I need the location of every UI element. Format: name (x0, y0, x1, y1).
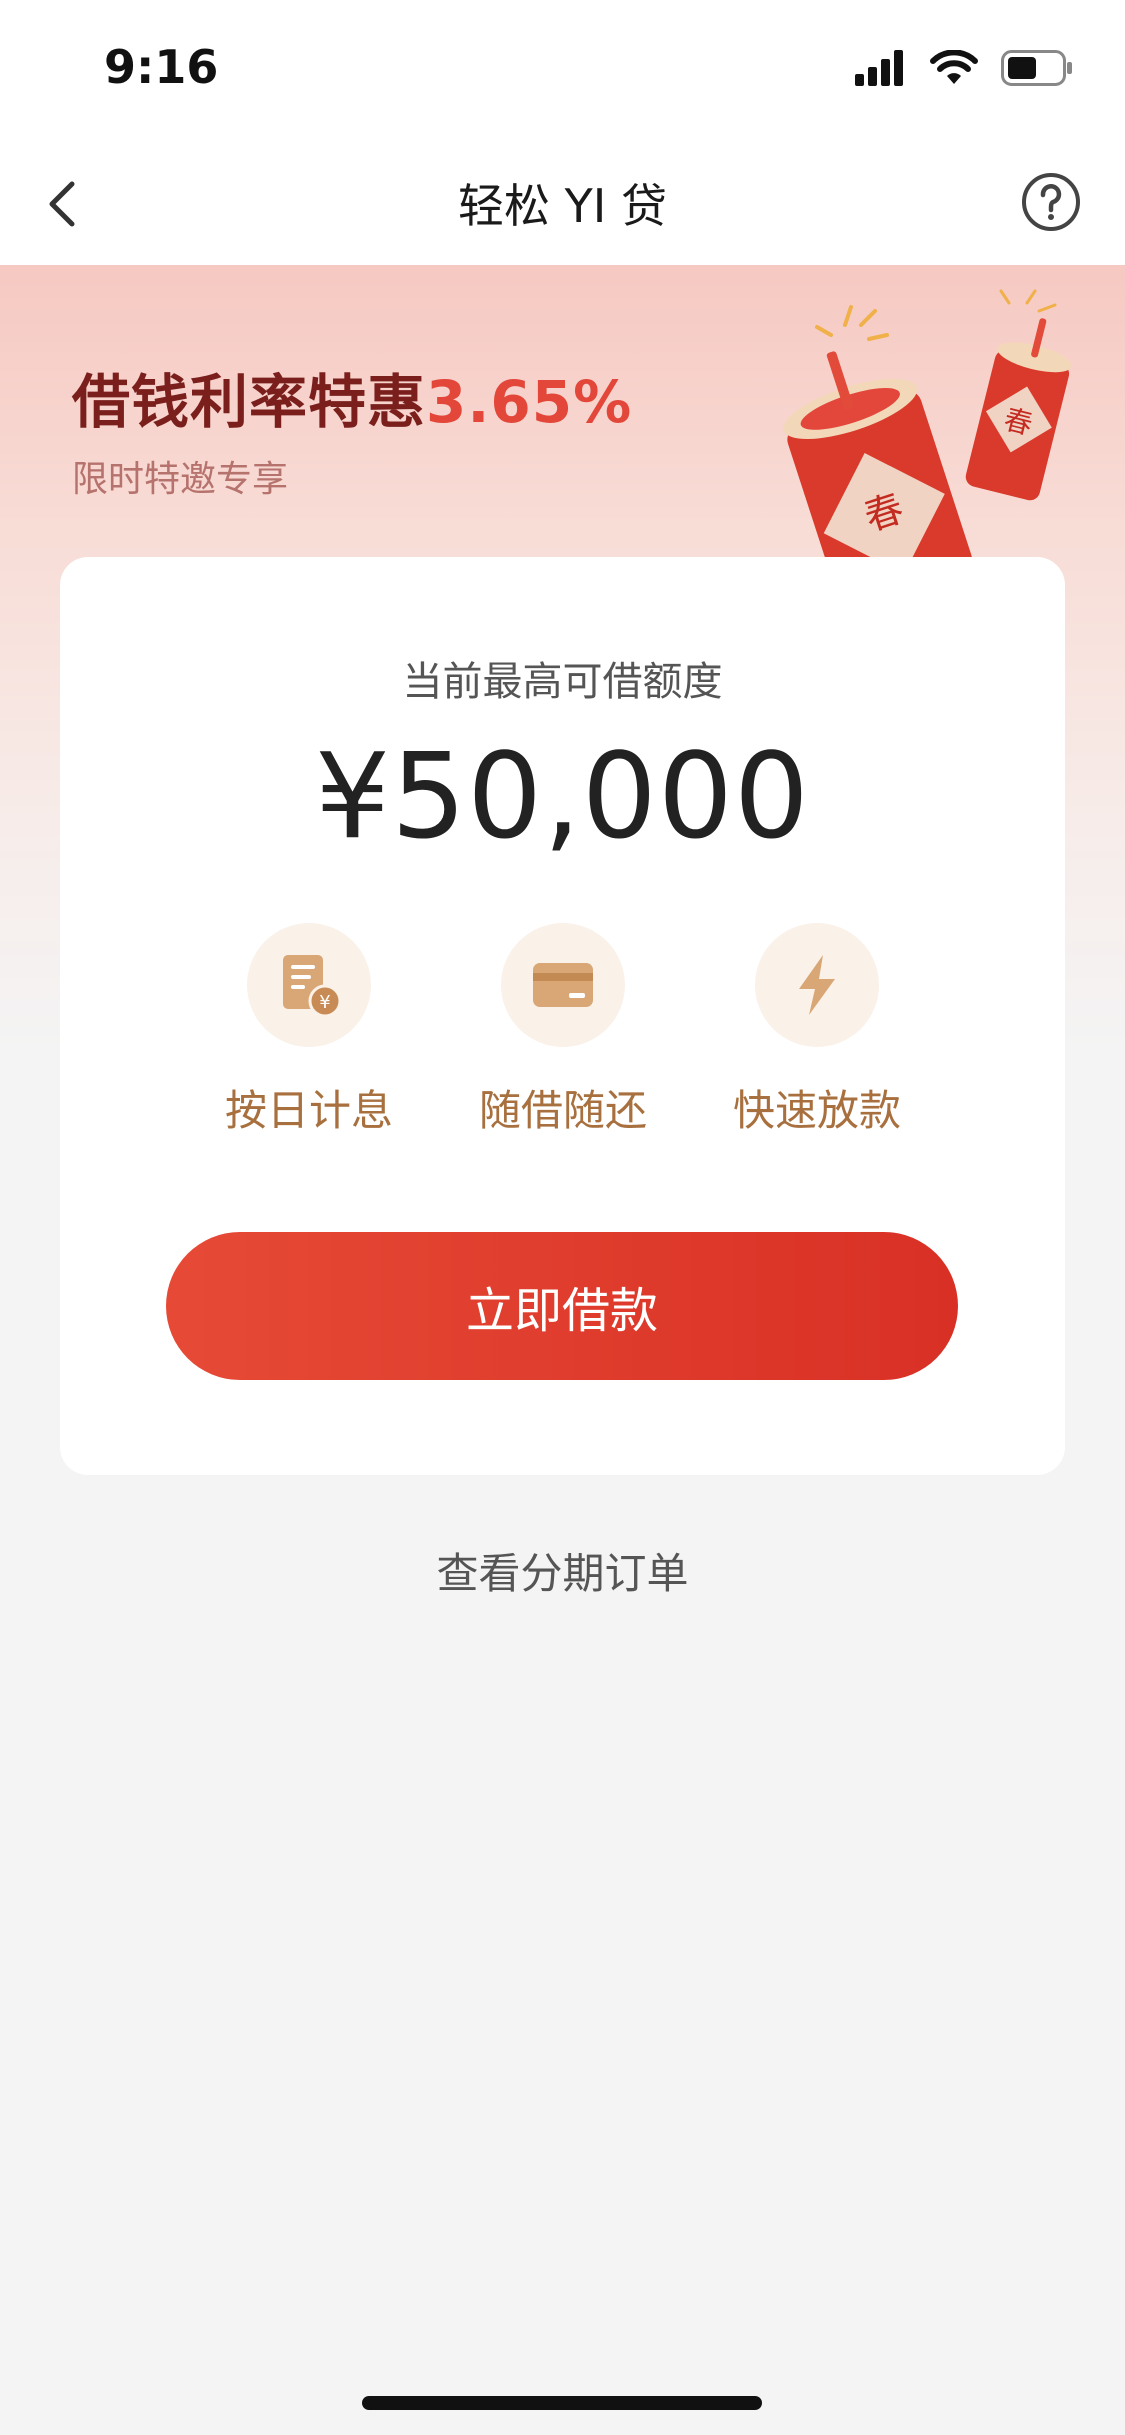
status-time: 9:16 (104, 40, 219, 94)
feature-label: 快速放款 (732, 1086, 901, 1135)
loan-page: 9:16 轻松 YI 贷 借钱利率特惠3.65% 限时特邀专享 春 春 当前最高… (0, 0, 1125, 2435)
feature-icon-bg (501, 923, 625, 1047)
nav-bar: 轻松 YI 贷 (0, 140, 1125, 265)
card-icon (533, 963, 593, 1007)
feature-daily-interest: ¥ 按日计息 (179, 923, 439, 1138)
loan-card: 当前最高可借额度 ¥50,000 ¥ 按日计息 随借随还 快速放款 立即借款 (60, 557, 1065, 1475)
firecracker-decoration-icon: 春 春 (783, 289, 1072, 585)
limit-label: 当前最高可借额度 (402, 659, 723, 705)
status-bar: 9:16 (0, 0, 1125, 140)
borrow-now-button[interactable]: 立即借款 (166, 1232, 958, 1380)
feature-flexible-repay: 随借随还 (433, 923, 693, 1138)
status-icons (855, 50, 1073, 86)
lightning-icon (799, 955, 835, 1015)
promo-subtitle: 限时特邀专享 (72, 459, 289, 500)
feature-list: ¥ 按日计息 随借随还 快速放款 (60, 923, 1065, 1143)
promo-rate: 3.65% (426, 368, 633, 436)
receipt-yen-icon: ¥ (283, 955, 342, 1018)
cellular-signal-icon (855, 50, 903, 86)
promo-title-text: 借钱利率特惠 (72, 368, 427, 436)
feature-icon-bg: ¥ (247, 923, 371, 1047)
limit-amount: ¥50,000 (315, 727, 810, 865)
home-indicator (362, 2396, 762, 2410)
battery-icon (1001, 50, 1072, 86)
wifi-icon (930, 50, 978, 84)
feature-label: 按日计息 (224, 1086, 393, 1135)
help-button[interactable] (1019, 170, 1083, 234)
feature-fast-disbursement: 快速放款 (687, 923, 947, 1138)
page-title: 轻松 YI 贷 (458, 179, 667, 233)
feature-icon-bg (755, 923, 879, 1047)
view-installment-orders-link[interactable]: 查看分期订单 (0, 1540, 1125, 1601)
promo-title: 借钱利率特惠3.65% (72, 355, 632, 439)
svg-text:¥: ¥ (319, 992, 330, 1013)
feature-label: 随借随还 (478, 1086, 647, 1135)
